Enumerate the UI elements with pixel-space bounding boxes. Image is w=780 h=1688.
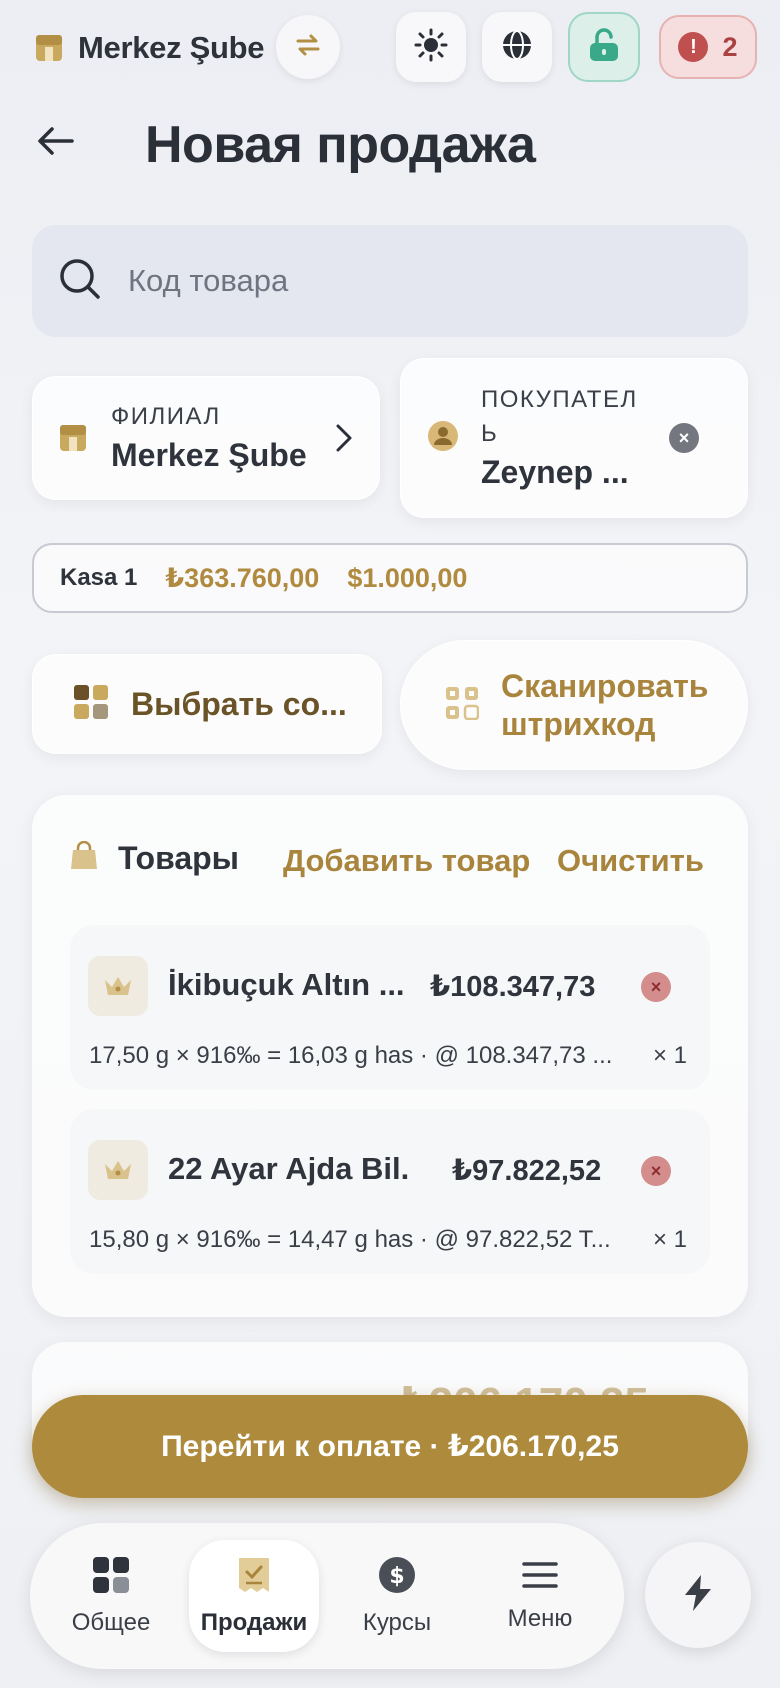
cash-balance-usd: $1.000,00 [347, 562, 468, 593]
nav-label: Продажи [200, 1608, 308, 1636]
item-name: 22 Ayar Ajda Bil... [168, 1151, 408, 1186]
switch-branch-button[interactable] [276, 15, 340, 79]
customer-selector[interactable]: ПОКУПАТЕЛ Ь Zeynep ... × [400, 358, 748, 518]
products-header: Товары [70, 840, 239, 877]
crown-icon [88, 956, 148, 1016]
branch-value: Merkez Şube [111, 436, 307, 473]
branch-label: ФИЛИАЛ [111, 402, 221, 430]
add-product-link[interactable]: Добавить товар [283, 843, 530, 879]
qr-code-icon [445, 686, 480, 725]
swap-icon [294, 33, 322, 62]
customer-label-line1: ПОКУПАТЕЛ [481, 385, 638, 413]
nav-label: Меню [507, 1604, 573, 1632]
nav-item-overview[interactable]: Общее [46, 1540, 176, 1652]
theme-toggle-button[interactable] [396, 12, 466, 82]
nav-label: Общее [71, 1608, 151, 1636]
checkout-button[interactable]: Перейти к оплате · ₺206.170,25 [32, 1395, 748, 1498]
scan-label-line2: штрихкод [501, 706, 656, 742]
item-name: İkibuçuk Altın ... [168, 967, 405, 1002]
alert-icon: ! [678, 32, 709, 62]
grid-icon [73, 684, 109, 725]
scan-barcode-button[interactable]: Сканировать штрихкод [400, 640, 748, 770]
dollar-icon: $ [378, 1556, 416, 1599]
lock-toggle-button[interactable] [568, 12, 640, 82]
chevron-right-icon [335, 423, 353, 458]
cash-register-bar[interactable]: Kasa 1 ₺363.760,00 $1.000,00 [32, 543, 748, 613]
receipt-icon [237, 1556, 271, 1599]
list-item[interactable]: 22 Ayar Ajda Bil... ₺97.822,52 × 15,80 g… [70, 1109, 710, 1274]
alerts-button[interactable]: ! 2 [659, 15, 757, 79]
search-input[interactable]: Код товара [32, 225, 748, 337]
alert-count: 2 [722, 31, 738, 62]
page-title: Новая продажа [145, 116, 536, 174]
customer-value: Zeynep ... [481, 453, 629, 490]
select-products-button[interactable]: Выбрать со... [32, 654, 382, 754]
svg-text:$: $ [389, 1564, 404, 1589]
lightning-icon [681, 1573, 715, 1618]
quick-action-button[interactable] [645, 1542, 751, 1648]
item-price: ₺108.347,73 [430, 971, 596, 1003]
clear-products-link[interactable]: Очистить [557, 843, 704, 879]
checkout-label: Перейти к оплате · ₺206.170,25 [161, 1430, 619, 1463]
remove-item-button[interactable]: × [641, 1156, 671, 1186]
item-detail: 15,80 g × 916‰ = 14,47 g has · @ 97.822,… [89, 1226, 611, 1253]
store-icon [59, 419, 87, 458]
close-icon: × [678, 428, 690, 448]
branch-brand[interactable]: Merkez Şube [34, 26, 265, 70]
unlock-icon [587, 27, 621, 68]
nav-item-sales[interactable]: Продажи [189, 1540, 319, 1652]
select-products-label: Выбрать со... [131, 685, 347, 722]
sun-icon [414, 28, 448, 67]
nav-item-rates[interactable]: $ Курсы [332, 1540, 462, 1652]
hamburger-icon [521, 1560, 559, 1595]
search-icon [58, 257, 102, 306]
branch-selector[interactable]: ФИЛИАЛ Merkez Şube [32, 376, 380, 500]
item-detail: 17,50 g × 916‰ = 16,03 g has · @ 108.347… [89, 1042, 613, 1069]
user-icon [427, 420, 459, 457]
globe-icon [500, 28, 534, 67]
shopping-bag-icon [70, 840, 98, 876]
scan-label-line1: Сканировать [501, 668, 709, 704]
nav-label: Курсы [362, 1608, 432, 1636]
arrow-left-icon [36, 127, 76, 161]
crown-icon [88, 1140, 148, 1200]
remove-item-button[interactable]: × [641, 972, 671, 1002]
store-icon [34, 29, 64, 68]
language-button[interactable] [482, 12, 552, 82]
dashboard-icon [92, 1556, 130, 1599]
list-item[interactable]: İkibuçuk Altın ... ₺108.347,73 × 17,50 g… [70, 925, 710, 1090]
products-title: Товары [118, 840, 239, 876]
clear-customer-button[interactable]: × [669, 423, 699, 453]
back-button[interactable] [36, 125, 76, 162]
search-placeholder: Код товара [128, 263, 289, 298]
customer-label-line2: Ь [481, 419, 499, 447]
item-quantity: × 1 [653, 1042, 688, 1069]
cash-register-name: Kasa 1 [60, 564, 138, 591]
branch-name: Merkez Şube [78, 30, 265, 65]
nav-item-menu[interactable]: Меню [475, 1540, 605, 1652]
item-quantity: × 1 [653, 1226, 688, 1253]
cash-balance-try: ₺363.760,00 [165, 562, 320, 593]
item-price: ₺97.822,52 [452, 1155, 602, 1187]
